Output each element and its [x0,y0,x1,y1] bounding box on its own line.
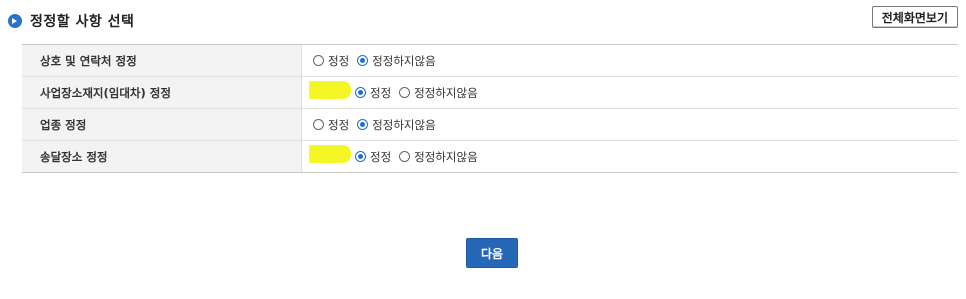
table-row: 송달장소 정정 정정 정정하지않음 [22,140,958,172]
arrow-circle-icon [8,14,22,28]
radio-button[interactable] [399,151,411,162]
radio-group-business-type: 정정 정정하지않음 [302,109,958,140]
table-row: 상호 및 연락처 정정 정정 정정하지않음 [22,45,958,76]
option-correct[interactable]: 정정 [313,53,349,69]
radio-button-checked[interactable] [357,55,369,66]
option-label: 정정하지않음 [414,149,478,164]
radio-group-delivery-place: 정정 정정하지않음 [302,141,958,172]
row-label: 업종 정정 [22,109,302,140]
correction-table: 상호 및 연락처 정정 정정 정정하지않음 사업장소재지(임대차) 정정 정정 … [22,44,958,173]
next-button[interactable]: 다음 [466,238,518,268]
radio-button[interactable] [313,55,324,66]
radio-group-location: 정정 정정하지않음 [302,77,958,108]
option-no-correct[interactable]: 정정하지않음 [357,117,436,133]
radio-button-checked[interactable] [357,119,369,130]
option-correct[interactable]: 정정 [309,144,392,166]
option-correct[interactable]: 정정 [313,117,349,133]
row-label: 사업장소재지(임대차) 정정 [22,77,302,108]
radio-group-trade-name: 정정 정정하지않음 [302,45,958,76]
row-label: 상호 및 연락처 정정 [22,45,302,76]
highlight-mark [309,80,351,99]
fullscreen-button[interactable]: 전체화면보기 [871,6,958,28]
option-label: 정정하지않음 [414,85,478,100]
table-row: 사업장소재지(임대차) 정정 정정 정정하지않음 [22,76,958,108]
option-label: 정정 [328,117,350,132]
option-no-correct[interactable]: 정정하지않음 [399,85,478,101]
row-label: 송달장소 정정 [22,141,302,172]
radio-button-checked[interactable] [355,151,366,162]
option-label: 정정 [370,85,392,100]
option-correct[interactable]: 정정 [309,80,392,102]
section-title: 정정할 사항 선택 [30,14,135,30]
option-label: 정정하지않음 [372,117,436,132]
section-header: 정정할 사항 선택 [8,10,134,32]
option-label: 정정하지않음 [372,53,436,68]
option-no-correct[interactable]: 정정하지않음 [357,53,436,69]
radio-button-checked[interactable] [355,87,366,98]
radio-button[interactable] [313,119,324,130]
radio-button[interactable] [399,87,411,98]
option-label: 정정 [328,53,350,68]
option-no-correct[interactable]: 정정하지않음 [399,149,478,165]
option-label: 정정 [370,149,392,164]
highlight-mark [309,144,351,163]
table-row: 업종 정정 정정 정정하지않음 [22,108,958,140]
